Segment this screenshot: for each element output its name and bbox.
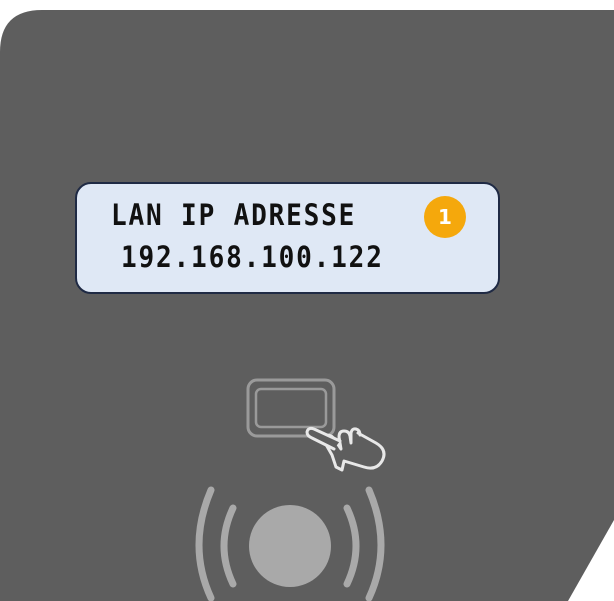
callout-badge: 1 [424, 196, 466, 238]
nfc-reader-icon[interactable] [185, 480, 395, 601]
device-view: LAN IP ADRESSE 192.168.100.122 1 [0, 0, 614, 601]
card-tap-icon[interactable] [240, 375, 400, 475]
lcd-line-1: LAN IP ADRESSE [111, 198, 357, 232]
lcd-display: LAN IP ADRESSE 192.168.100.122 1 [75, 182, 500, 294]
lcd-line-2: 192.168.100.122 [121, 240, 384, 274]
